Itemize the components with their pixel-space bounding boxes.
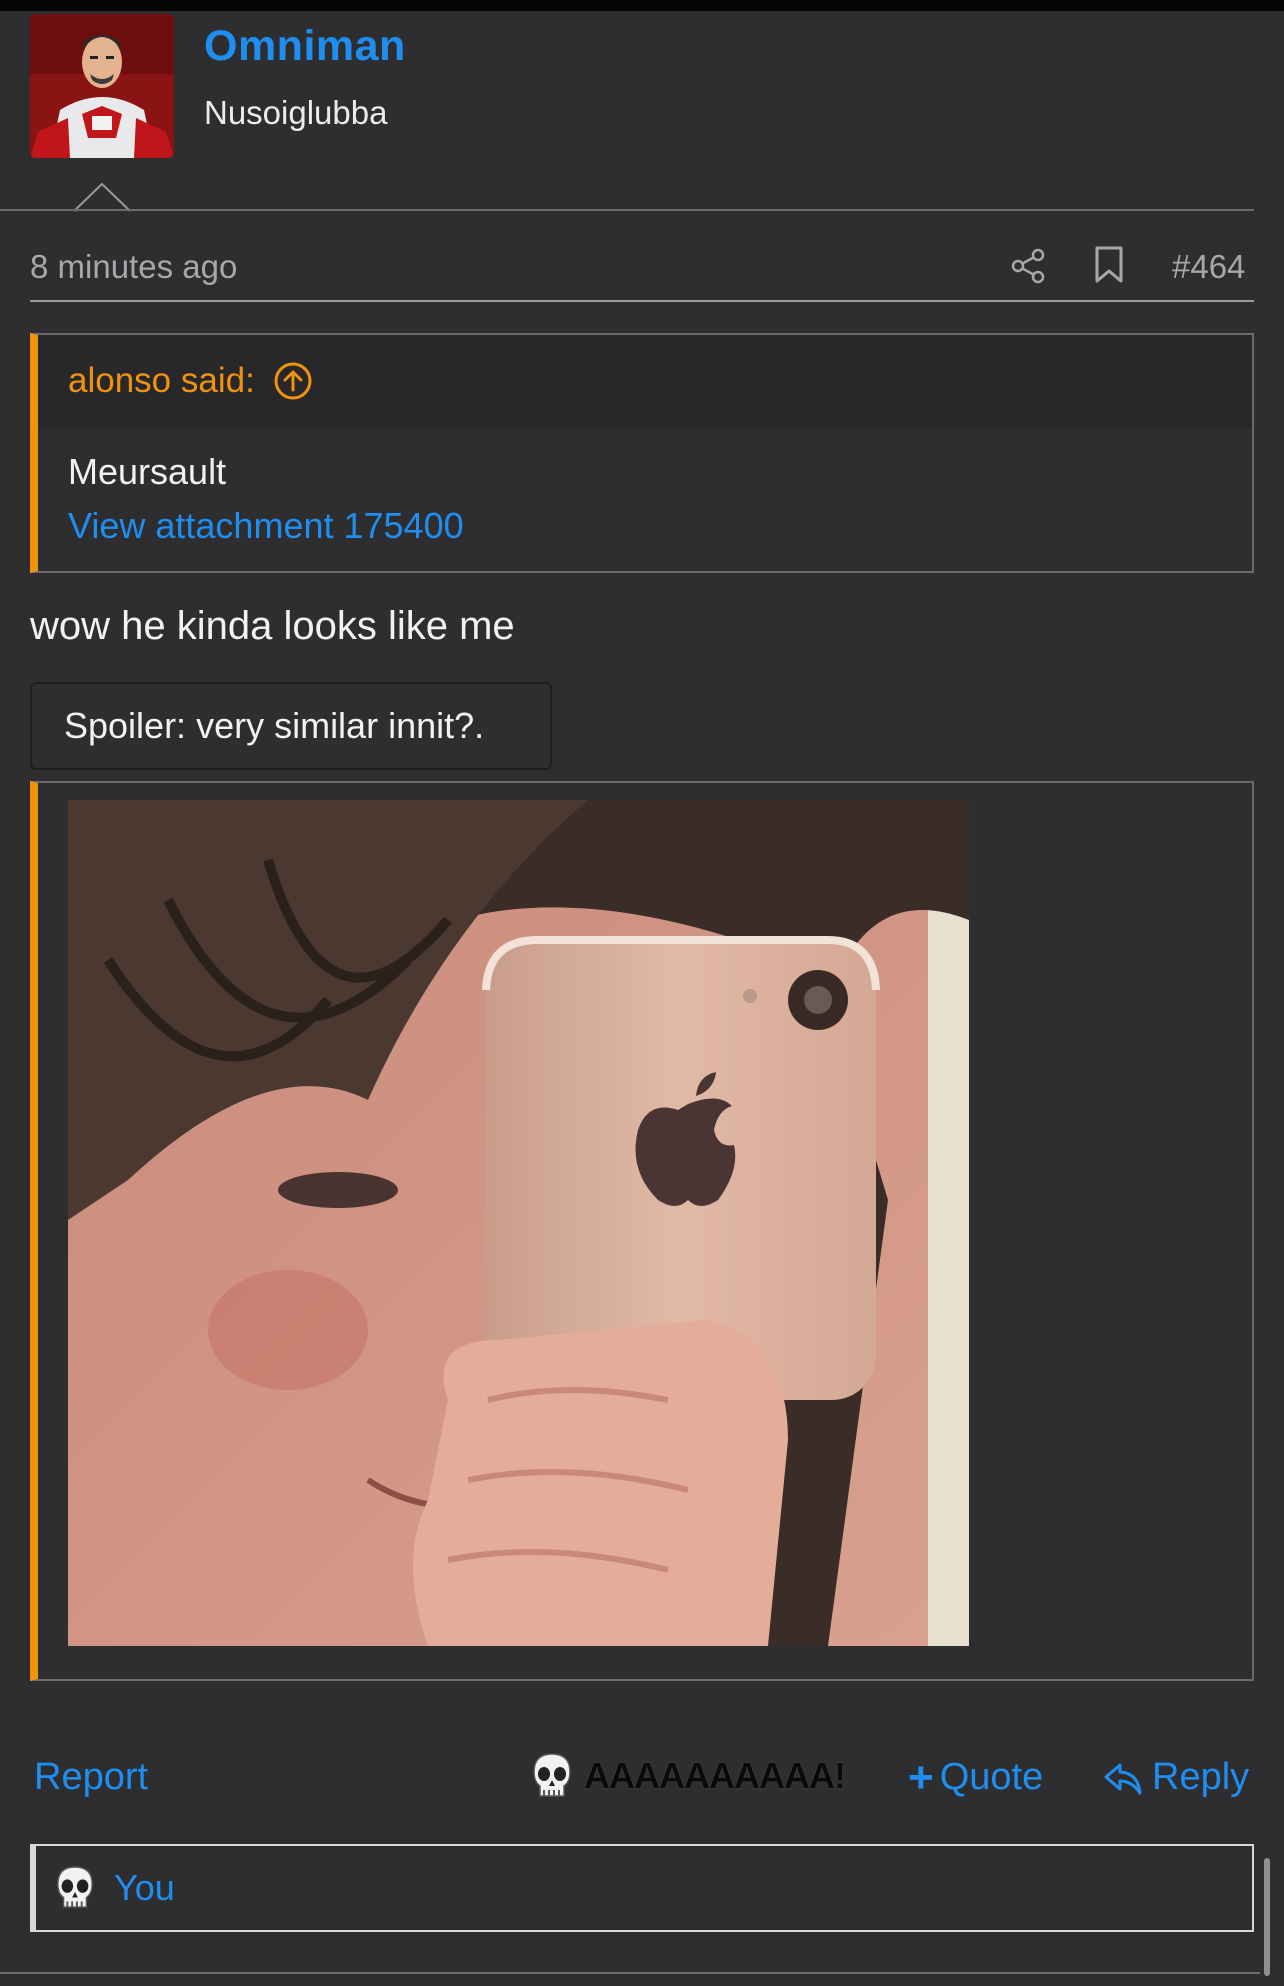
quote-button-label[interactable]: Quote xyxy=(940,1756,1044,1799)
header-divider xyxy=(0,209,1254,211)
message-text: wow he kinda looks like me xyxy=(30,604,515,648)
arrow-up-circle-icon[interactable] xyxy=(273,361,313,401)
quote-block: alonso said: Meursault View attachment 1… xyxy=(30,333,1254,573)
author-title: Nusoiglubba xyxy=(204,94,388,131)
plus-icon: + xyxy=(908,1752,934,1802)
post-timestamp[interactable]: 8 minutes ago xyxy=(30,248,237,286)
spoiler-button[interactable]: Spoiler: very similar innit?. xyxy=(30,682,552,770)
quote-attribution[interactable]: alonso said: xyxy=(68,361,255,401)
reactions-bar[interactable]: You xyxy=(30,1844,1254,1932)
reaction-label[interactable]: AAAAAAAAAA! xyxy=(584,1755,846,1797)
spoiler-image[interactable] xyxy=(68,800,969,1646)
reactor-name[interactable]: You xyxy=(114,1867,175,1909)
top-bar xyxy=(0,0,1284,11)
post-number[interactable]: #464 xyxy=(1172,248,1245,286)
bookmark-icon[interactable] xyxy=(1094,246,1124,284)
reply-button-label[interactable]: Reply xyxy=(1152,1756,1249,1799)
reply-arrow-icon xyxy=(1104,1763,1142,1794)
report-link[interactable]: Report xyxy=(34,1756,148,1799)
post-author[interactable]: Omniman xyxy=(204,22,406,71)
quote-text: Meursault xyxy=(68,451,227,492)
react-button[interactable]: AAAAAAAAAA! xyxy=(530,1748,846,1804)
bottom-divider xyxy=(0,1972,1260,1974)
reply-button[interactable]: Reply xyxy=(1102,1756,1249,1799)
quote-header[interactable]: alonso said: xyxy=(38,335,1252,427)
attachment-link[interactable]: View attachment 175400 xyxy=(68,499,1252,553)
meta-divider xyxy=(30,300,1254,302)
avatar[interactable] xyxy=(30,14,174,158)
share-icon[interactable] xyxy=(1010,248,1046,284)
quote-button[interactable]: + Quote xyxy=(908,1752,1044,1802)
skull-icon xyxy=(57,1866,93,1908)
header-pointer xyxy=(74,182,130,212)
scrollbar[interactable] xyxy=(1264,1858,1270,1976)
skull-icon xyxy=(533,1753,571,1797)
